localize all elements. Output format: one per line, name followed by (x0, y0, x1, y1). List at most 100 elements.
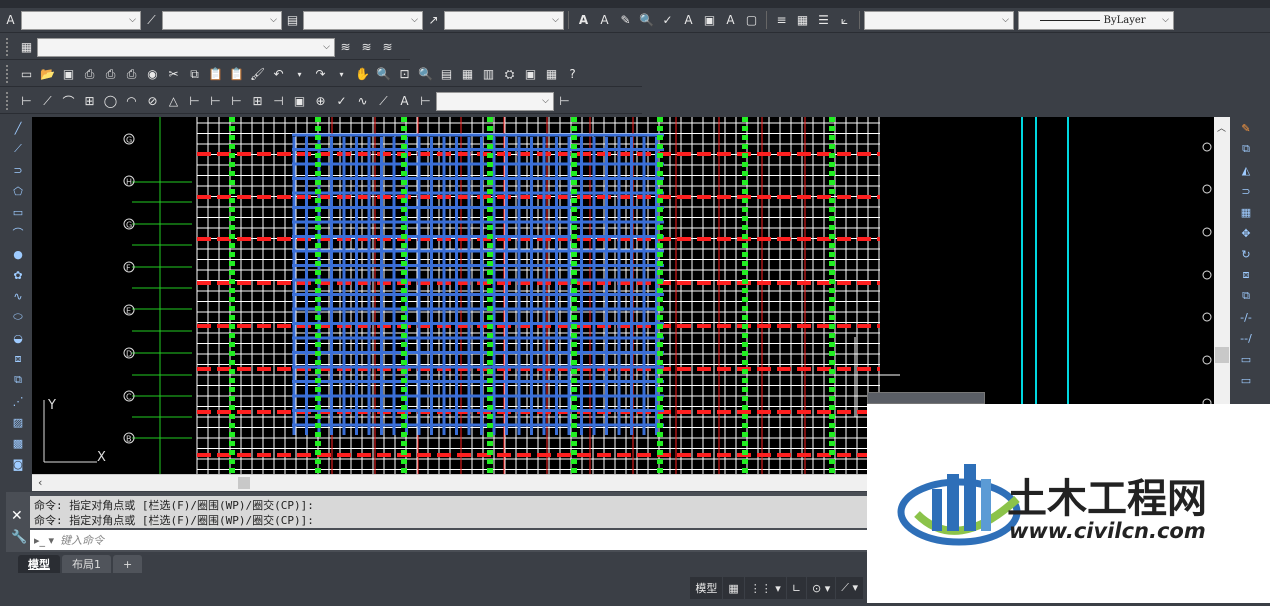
zoom-previous-icon[interactable]: 🔍 (416, 65, 435, 84)
layer-previous-icon[interactable]: ▦ (793, 11, 812, 30)
dim-jogged-icon[interactable]: ◠ (122, 92, 141, 111)
dim-linear-icon[interactable]: ⊢ (17, 92, 36, 111)
layer-states-icon[interactable]: ☰ (814, 11, 833, 30)
grid-icon[interactable]: ▦ (723, 577, 744, 599)
scale-icon[interactable]: ⧈ (1236, 265, 1256, 285)
text-style-icon[interactable]: A (1, 11, 20, 30)
isodraft-icon[interactable]: ⟋ ▾ (836, 577, 863, 599)
offset-icon[interactable]: ⊃ (1236, 181, 1256, 201)
properties-icon[interactable]: ▤ (437, 65, 456, 84)
zoom-window-icon[interactable]: ⊡ (395, 65, 414, 84)
cut-icon[interactable]: ✂ (164, 65, 183, 84)
markup-icon[interactable]: ▣ (521, 65, 540, 84)
dim-style-icon[interactable]: ⟋ (142, 11, 161, 30)
horizontal-scrollbar[interactable]: ‹ (32, 474, 867, 491)
spline-icon[interactable]: ∿ (8, 286, 28, 306)
dim-break-icon[interactable]: ⊣ (269, 92, 288, 111)
publish-icon[interactable]: ⎙ (122, 65, 141, 84)
dim-style-select[interactable]: ⌵ (436, 91, 554, 111)
sheet-set-icon[interactable]: ⛭ (500, 65, 519, 84)
ortho-icon[interactable]: ∟ (786, 577, 807, 599)
save-icon[interactable]: ▣ (59, 65, 78, 84)
dim-arc-icon[interactable]: ⌒ (59, 92, 78, 111)
linetype-combo[interactable]: ByLayer ⌵ (1018, 10, 1174, 30)
stretch-icon[interactable]: ⧉ (1236, 286, 1256, 306)
dim-diameter-icon[interactable]: ⊘ (143, 92, 162, 111)
center-mark-icon[interactable]: ⊕ (311, 92, 330, 111)
polygon-icon[interactable]: ⬠ (8, 181, 28, 201)
dim-continue-icon[interactable]: ⊢ (227, 92, 246, 111)
publish-web-icon[interactable]: ◉ (143, 65, 162, 84)
circle-icon[interactable]: ● (8, 244, 28, 264)
command-prompt-icon[interactable]: ▸_ ▾ (34, 534, 54, 547)
spell-check-icon[interactable]: ✓ (658, 11, 677, 30)
pan-icon[interactable]: ✋ (353, 65, 372, 84)
insert-block-icon[interactable]: ⧈ (8, 349, 28, 369)
dim-style-combo[interactable]: ⌵ (162, 10, 282, 30)
customize-icon[interactable]: 🔧 (11, 530, 27, 545)
match-properties-icon[interactable]: 🖌 (248, 65, 267, 84)
line-icon[interactable]: ╱ (8, 118, 28, 138)
calculator-icon[interactable]: ▦ (542, 65, 561, 84)
region-icon[interactable]: ◙ (8, 454, 28, 474)
redo-icon[interactable]: ↷ (311, 65, 330, 84)
polyline-icon[interactable]: ⊃ (8, 160, 28, 180)
text-style-combo[interactable]: ⌵ (21, 10, 141, 30)
mleader-style-icon[interactable]: ↗ (424, 11, 443, 30)
rectangle-icon[interactable]: ▭ (8, 202, 28, 222)
close-icon[interactable]: ✕ (11, 508, 23, 524)
dim-style-manager-icon[interactable]: ⊢ (555, 92, 574, 111)
scroll-up-icon[interactable]: ︿ (1217, 121, 1226, 134)
layer-unisolate-icon[interactable]: ≋ (378, 38, 397, 57)
print-icon[interactable]: ⎙ (80, 65, 99, 84)
point-icon[interactable]: ⋰ (8, 391, 28, 411)
table-style-icon[interactable]: ▤ (283, 11, 302, 30)
scroll-left-icon[interactable]: ‹ (38, 476, 42, 489)
break-icon[interactable]: ▭ (1236, 349, 1256, 369)
ellipse-arc-icon[interactable]: ◒ (8, 328, 28, 348)
tab-model[interactable]: 模型 (18, 555, 60, 573)
color-combo[interactable]: ⌵ (864, 10, 1014, 30)
design-center-icon[interactable]: ▦ (458, 65, 477, 84)
dim-angular-icon[interactable]: △ (164, 92, 183, 111)
text-scale-icon[interactable]: A (679, 11, 698, 30)
text-icon[interactable]: A (595, 11, 614, 30)
dim-text-edit-icon[interactable]: A (395, 92, 414, 111)
jogged-linear-icon[interactable]: ∿ (353, 92, 372, 111)
rotate-icon[interactable]: ↻ (1236, 244, 1256, 264)
dim-baseline-icon[interactable]: ⊢ (206, 92, 225, 111)
layer-manager-icon[interactable]: ▦ (17, 38, 36, 57)
zoom-realtime-icon[interactable]: 🔍 (374, 65, 393, 84)
make-block-icon[interactable]: ⧉ (8, 370, 28, 390)
inspect-icon[interactable]: ✓ (332, 92, 351, 111)
layer-match-icon[interactable]: ≡ (772, 11, 791, 30)
justify-text-icon[interactable]: ▣ (700, 11, 719, 30)
redo-dropdown-icon[interactable]: ▾ (332, 65, 351, 84)
paste-icon[interactable]: 📋 (206, 65, 225, 84)
copy-object-icon[interactable]: ⧉ (1236, 139, 1256, 159)
array-icon[interactable]: ▦ (1236, 202, 1256, 222)
paste-special-icon[interactable]: 📋 (227, 65, 246, 84)
hatch-icon[interactable]: ▨ (8, 412, 28, 432)
undo-dropdown-icon[interactable]: ▾ (290, 65, 309, 84)
layer-isolate-icon[interactable]: ≋ (357, 38, 376, 57)
extend-icon[interactable]: --/ (1236, 328, 1256, 348)
dim-radius-icon[interactable]: ◯ (101, 92, 120, 111)
arc-icon[interactable]: ⌒ (8, 223, 28, 243)
tool-palettes-icon[interactable]: ▥ (479, 65, 498, 84)
move-icon[interactable]: ✥ (1236, 223, 1256, 243)
find-text-icon[interactable]: 🔍 (637, 11, 656, 30)
hscroll-thumb[interactable] (238, 477, 250, 489)
model-space-button[interactable]: 模型 (690, 577, 723, 599)
erase-icon[interactable]: ✎ (1236, 118, 1256, 138)
tolerance-icon[interactable]: ▣ (290, 92, 309, 111)
mtext-icon[interactable]: A (574, 11, 593, 30)
tab-add[interactable]: + (113, 555, 143, 573)
print-preview-icon[interactable]: ⎙ (101, 65, 120, 84)
polar-icon[interactable]: ⊙ ▾ (807, 577, 836, 599)
command-input[interactable]: ▸_ ▾ 键入命令 (30, 530, 867, 550)
convert-text-icon[interactable]: A (721, 11, 740, 30)
trim-icon[interactable]: -/- (1236, 307, 1256, 327)
undo-icon[interactable]: ↶ (269, 65, 288, 84)
table-style-combo[interactable]: ⌵ (303, 10, 423, 30)
